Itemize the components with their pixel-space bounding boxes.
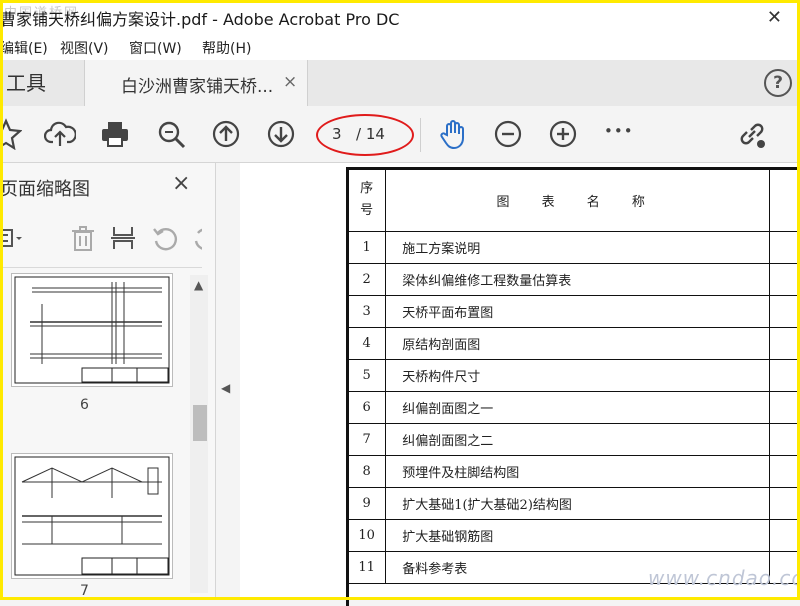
row-name: 预埋件及柱脚结构图 (385, 455, 771, 488)
window-title: 曹家铺天桥纠偏方案设计.pdf - Adobe Acrobat Pro DC (0, 10, 400, 29)
panel-divider (0, 267, 202, 268)
row-extra (769, 263, 800, 296)
row-extra (769, 391, 800, 424)
collapse-panel-icon[interactable]: ◀ (221, 381, 230, 395)
title-bar: 中国道桥网 曹家铺天桥纠偏方案设计.pdf - Adobe Acrobat Pr… (0, 0, 800, 34)
upload-cloud-icon[interactable] (43, 118, 77, 150)
help-icon[interactable]: ? (764, 69, 792, 97)
bookmark-star-icon[interactable] (0, 118, 23, 151)
tab-document-label: 白沙洲曹家铺天桥... (121, 77, 274, 97)
panel-scroll-thumb[interactable] (193, 405, 207, 441)
zoom-in-icon[interactable] (547, 118, 579, 150)
row-num: 1 (346, 231, 387, 264)
row-num: 8 (346, 455, 387, 488)
row-name: 纠偏剖面图之一 (385, 391, 771, 424)
header-name: 图 表 名 称 (385, 168, 771, 232)
row-num: 11 (346, 551, 387, 584)
zoom-out-icon[interactable] (492, 118, 524, 150)
table-row: 5 天桥构件尺寸 (346, 359, 800, 392)
toolbar-divider (420, 118, 421, 152)
row-extra (769, 359, 800, 392)
row-num: 6 (346, 391, 387, 424)
row-extra (769, 487, 800, 520)
previous-page-icon[interactable] (210, 118, 242, 150)
scroll-up-icon[interactable]: ▲ (194, 278, 203, 292)
tab-tools[interactable]: 工具 (0, 60, 86, 106)
table-row: 4 原结构剖面图 (346, 327, 800, 360)
highlight-ring (316, 114, 414, 156)
window-close-icon[interactable]: ✕ (767, 7, 782, 28)
print-icon[interactable] (99, 118, 131, 150)
toolbar: 3 / 14 ••• (0, 106, 800, 163)
table-row: 8 预埋件及柱脚结构图 (346, 455, 800, 488)
table-row: 9 扩大基础1(扩大基础2)结构图 (346, 487, 800, 520)
row-extra (769, 519, 800, 552)
row-num: 4 (346, 327, 387, 360)
row-name: 扩大基础1(扩大基础2)结构图 (385, 487, 771, 520)
tab-close-icon[interactable]: × (283, 72, 297, 92)
pdf-page: 序号 图 表 名 称 1 施工方案说明 2 梁体纠偏维修工程数量估算表 3 天桥平面布… (240, 163, 800, 606)
table-row: 6 纠偏剖面图之一 (346, 391, 800, 424)
tab-bar: 工具 白沙洲曹家铺天桥... × ? (0, 60, 800, 107)
zoom-search-icon[interactable] (155, 118, 187, 150)
menu-bar: 编辑(E) 视图(V) 窗口(W) 帮助(H) (0, 34, 800, 60)
row-name: 天桥构件尺寸 (385, 359, 771, 392)
row-name: 纠偏剖面图之二 (385, 423, 771, 456)
row-name: 梁体纠偏维修工程数量估算表 (385, 263, 771, 296)
page-number-field[interactable]: 3 / 14 (316, 114, 414, 156)
document-view[interactable]: 序号 图 表 名 称 1 施工方案说明 2 梁体纠偏维修工程数量估算表 3 天桥平面布… (240, 163, 800, 606)
table-row: 10 扩大基础钢筋图 (346, 519, 800, 552)
tab-document[interactable]: 白沙洲曹家铺天桥... × (84, 60, 308, 107)
page-thumbnails-panel: 页面缩略图 × 6 7 ▲ (0, 163, 216, 600)
row-num: 2 (346, 263, 387, 296)
row-name: 扩大基础钢筋图 (385, 519, 771, 552)
table-row: 7 纠偏剖面图之二 (346, 423, 800, 456)
rotate-page-icon[interactable] (150, 223, 180, 253)
options-menu-icon[interactable] (0, 223, 24, 253)
row-extra (769, 455, 800, 488)
row-num: 9 (346, 487, 387, 520)
row-extra (769, 423, 800, 456)
split-page-icon[interactable] (108, 223, 138, 253)
panel-toolbar (0, 219, 215, 259)
row-num: 7 (346, 423, 387, 456)
menu-help[interactable]: 帮助(H) (202, 38, 251, 58)
site-watermark: www.cndao.com (648, 566, 800, 590)
row-num: 5 (346, 359, 387, 392)
page-thumbnail-6[interactable] (11, 273, 173, 387)
header-num: 序号 (346, 168, 387, 232)
thumbnail-label-6: 6 (80, 397, 89, 413)
row-extra (769, 295, 800, 328)
row-num: 3 (346, 295, 387, 328)
table-row: 2 梁体纠偏维修工程数量估算表 (346, 263, 800, 296)
header-extra (769, 168, 800, 232)
page-thumbnail-7[interactable] (11, 453, 173, 579)
panel-close-icon[interactable]: × (172, 171, 190, 196)
table-row: 3 天桥平面布置图 (346, 295, 800, 328)
row-extra (769, 231, 800, 264)
row-num: 10 (346, 519, 387, 552)
table-header: 序号 图 表 名 称 (346, 168, 800, 232)
next-page-icon[interactable] (265, 118, 297, 150)
table-row: 1 施工方案说明 (346, 231, 800, 264)
delete-page-icon[interactable] (68, 223, 98, 253)
row-name: 天桥平面布置图 (385, 295, 771, 328)
row-name: 原结构剖面图 (385, 327, 771, 360)
hand-tool-icon[interactable] (437, 118, 469, 150)
menu-view[interactable]: 视图(V) (60, 38, 109, 58)
rotate-clockwise-icon[interactable] (190, 223, 202, 253)
row-extra (769, 327, 800, 360)
panel-title: 页面缩略图 (0, 179, 90, 200)
row-name: 施工方案说明 (385, 231, 771, 264)
menu-edit[interactable]: 编辑(E) (0, 38, 48, 58)
more-tools-icon[interactable]: ••• (604, 122, 636, 154)
thumbnail-label-7: 7 (80, 583, 89, 599)
drawing-index-table: 序号 图 表 名 称 1 施工方案说明 2 梁体纠偏维修工程数量估算表 3 天桥平面布… (346, 168, 800, 584)
share-link-icon[interactable] (736, 118, 768, 150)
menu-window[interactable]: 窗口(W) (129, 38, 182, 58)
